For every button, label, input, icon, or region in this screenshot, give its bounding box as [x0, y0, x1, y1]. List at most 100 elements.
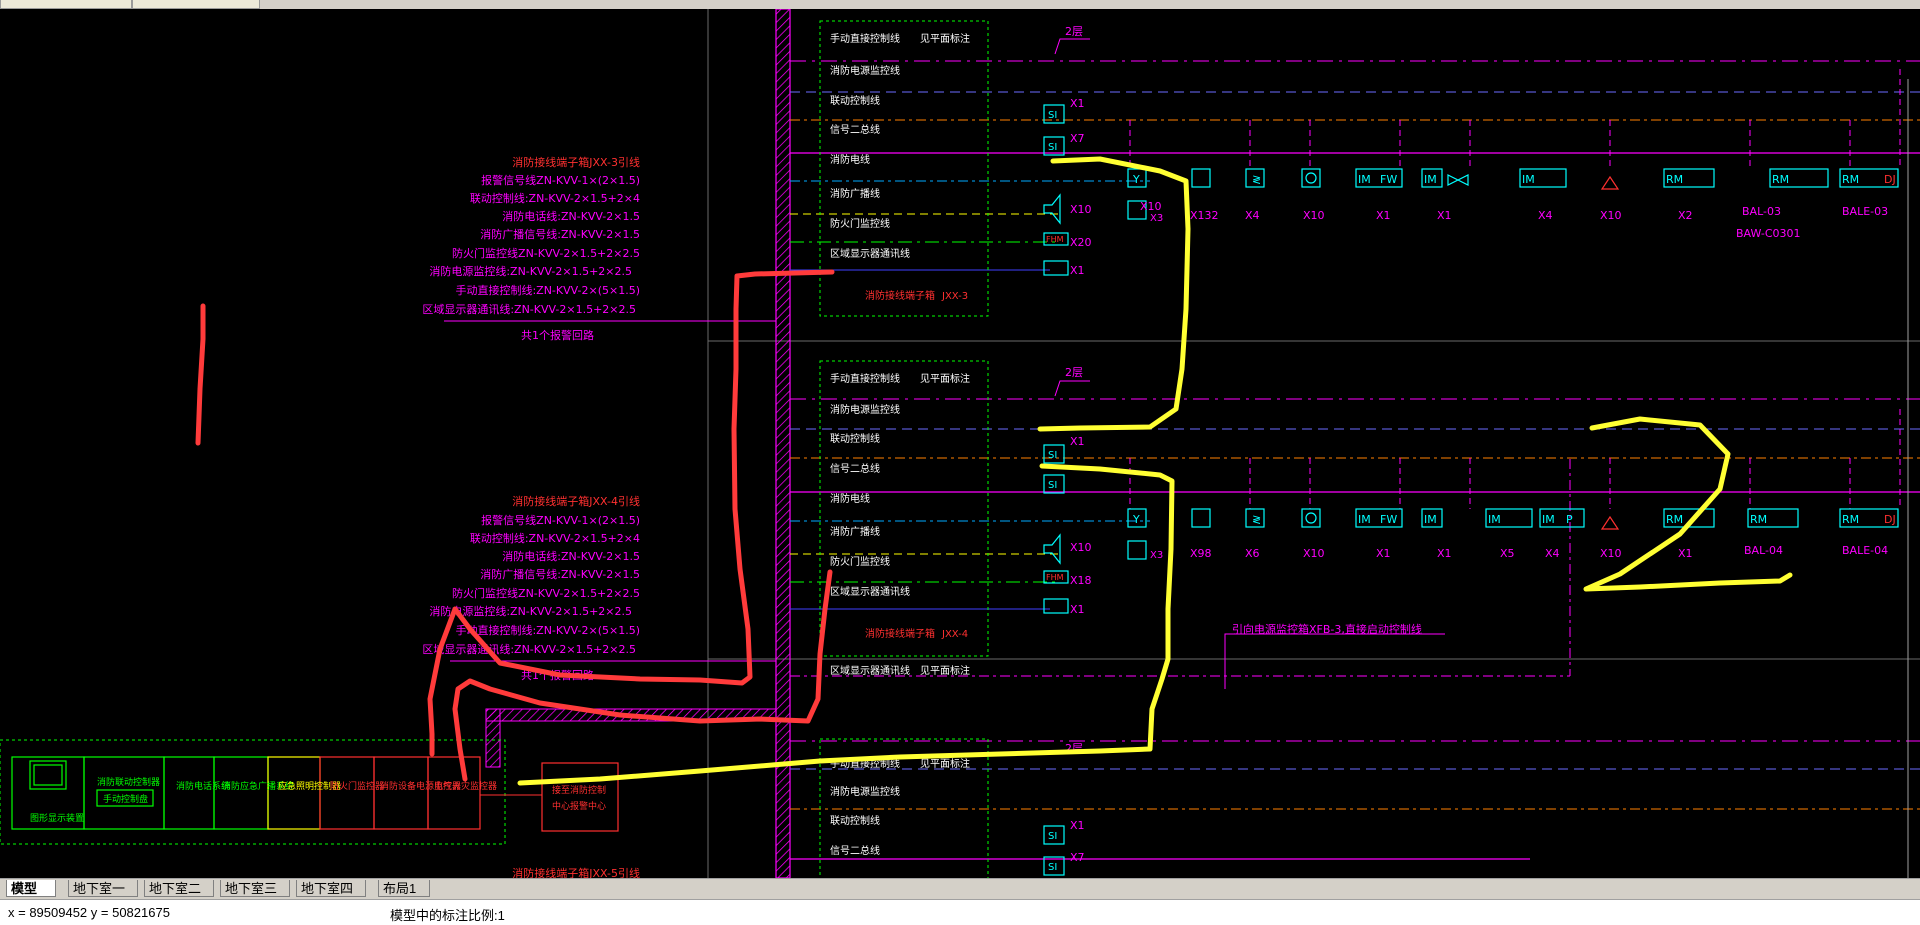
- tab-basement-1[interactable]: 地下室一: [68, 880, 138, 897]
- svg-text:SI: SI: [1048, 862, 1057, 873]
- svg-text:联动控制线:ZN-KVV-2×1.5+2×4: 联动控制线:ZN-KVV-2×1.5+2×4: [470, 191, 640, 205]
- svg-text:消防联动控制器: 消防联动控制器: [97, 776, 160, 788]
- status-bar: x = 89509452 y = 50821675 模型中的标注比例:1: [0, 899, 1920, 925]
- jb2-row-5: 消防广播线: [830, 525, 880, 538]
- layout-tab-bar: 模型 地下室一 地下室二 地下室三 地下室四 布局1: [0, 878, 1920, 899]
- svg-text:RM: RM: [1842, 513, 1859, 526]
- cable-spec-3-title: 消防接线端子箱JXX-5引线: [512, 866, 640, 878]
- tab-basement-2[interactable]: 地下室二: [144, 880, 214, 897]
- jb1-row-6: 防火门监控线: [830, 217, 890, 230]
- device-counts-row-2: X3 X98 X6 X10 X1 X1 X5 X4 X10 X1 BAL-04 …: [1150, 544, 1888, 636]
- svg-text:Y: Y: [1132, 173, 1140, 186]
- svg-text:X7: X7: [1070, 132, 1085, 145]
- jb2-row-4: 消防电线: [830, 492, 870, 505]
- svg-text:RM: RM: [1750, 513, 1767, 526]
- tab-basement-3[interactable]: 地下室三: [220, 880, 290, 897]
- cable-spec-1: 消防接线端子箱JXX-3引线 报警信号线ZN-KVV-1×(2×1.5) 联动控…: [422, 155, 640, 342]
- svg-text:消防接线端子箱JXX-4引线: 消防接线端子箱JXX-4引线: [512, 494, 640, 508]
- svg-text:中心报警中心: 中心报警中心: [552, 800, 606, 812]
- cad-drawing-canvas[interactable]: 手动直接控制线 见平面标注 消防电源监控线 联动控制线 信号二总线 消防电线 消…: [0, 9, 1920, 878]
- coordinate-readout: x = 89509452 y = 50821675: [8, 905, 170, 920]
- drawing-svg: 手动直接控制线 见平面标注 消防电源监控线 联动控制线 信号二总线 消防电线 消…: [0, 9, 1920, 878]
- svg-text:X98: X98: [1190, 547, 1212, 560]
- svg-text:IM: IM: [1522, 173, 1535, 186]
- jb2-row-2: 联动控制线: [830, 432, 880, 445]
- jb3-extra: 见平面标注: [920, 757, 970, 770]
- svg-text:X7: X7: [1070, 851, 1085, 864]
- device-counts-row-1: X10 X3 X132 X4 X10 X1 X1 X4 X10 X2 BAL-0…: [1140, 200, 1888, 240]
- svg-text:X10: X10: [1140, 200, 1162, 213]
- annotation-label-2: 2: [0, 9, 1, 10]
- svg-text:区域显示器通讯线:ZN-KVV-2×1.5+2×2.5: 区域显示器通讯线:ZN-KVV-2×1.5+2×2.5: [422, 642, 636, 656]
- svg-text:X18: X18: [1070, 574, 1092, 587]
- svg-text:X1: X1: [1070, 435, 1085, 448]
- svg-text:防火门监控器: 防火门监控器: [330, 780, 384, 792]
- jb1-row-7: 区域显示器通讯线: [830, 247, 910, 260]
- svg-text:X1: X1: [1070, 603, 1085, 616]
- svg-text:共1个报警回路: 共1个报警回路: [521, 328, 594, 342]
- tab-basement-4[interactable]: 地下室四: [296, 880, 366, 897]
- svg-text:手动直接控制线:ZN-KVV-2×(5×1.5): 手动直接控制线:ZN-KVV-2×(5×1.5): [455, 623, 640, 637]
- svg-text:SI: SI: [1048, 142, 1057, 153]
- svg-text:X20: X20: [1070, 236, 1092, 249]
- floor-tag-2: 2层: [1065, 366, 1083, 379]
- jb1-row-3: 信号二总线: [830, 123, 880, 136]
- svg-text:IM: IM: [1488, 513, 1501, 526]
- riser-wall: [775, 9, 791, 878]
- drop-lines: [1129, 69, 1901, 509]
- svg-text:X3: X3: [1150, 550, 1163, 561]
- jb1-row-5: 消防广播线: [830, 187, 880, 200]
- jb2-row-1: 消防电源监控线: [830, 403, 900, 416]
- file-tab-2[interactable]: [132, 0, 260, 9]
- valve-icon: [1447, 174, 1469, 186]
- svg-text:X1: X1: [1437, 209, 1452, 222]
- jb1-name: 消防接线端子箱: [865, 289, 935, 302]
- jb2-row-3: 信号二总线: [830, 462, 880, 475]
- svg-text:X1: X1: [1376, 209, 1391, 222]
- cable-spec-2: 消防接线端子箱JXX-4引线 报警信号线ZN-KVV-1×(2×1.5) 联动控…: [422, 494, 640, 682]
- tab-model[interactable]: 模型: [6, 880, 56, 897]
- svg-text:X2: X2: [1678, 209, 1693, 222]
- jb3-row-1: 消防电源监控线: [830, 785, 900, 798]
- device-column-1: [1043, 104, 1069, 276]
- svg-text:X10: X10: [1303, 547, 1325, 560]
- svg-text:IM: IM: [1358, 513, 1371, 526]
- svg-text:手动直接控制线:ZN-KVV-2×(5×1.5): 手动直接控制线:ZN-KVV-2×(5×1.5): [455, 283, 640, 297]
- svg-text:消防接线端子箱JXX-3引线: 消防接线端子箱JXX-3引线: [512, 155, 640, 169]
- svg-text:RM: RM: [1772, 173, 1789, 186]
- svg-text:X1: X1: [1070, 97, 1085, 110]
- jb2-row-7: 区域显示器通讯线: [830, 585, 910, 598]
- svg-text:区域显示器通讯线:ZN-KVV-2×1.5+2×2.5: 区域显示器通讯线:ZN-KVV-2×1.5+2×2.5: [422, 302, 636, 316]
- annotation-scale: 模型中的标注比例:1: [390, 908, 505, 923]
- svg-text:FW: FW: [1380, 173, 1397, 186]
- device-siren-icon-2: [1600, 515, 1620, 530]
- svg-text:DJ: DJ: [1884, 513, 1896, 526]
- svg-text:BALE-04: BALE-04: [1842, 544, 1888, 557]
- svg-text:X4: X4: [1545, 547, 1560, 560]
- cabinet-cells: [11, 756, 619, 832]
- svg-text:X1: X1: [1070, 264, 1085, 277]
- svg-text:X6: X6: [1245, 547, 1260, 560]
- svg-text:X132: X132: [1190, 209, 1219, 222]
- svg-text:防火门监控线ZN-KVV-2×1.5+2×2.5: 防火门监控线ZN-KVV-2×1.5+2×2.5: [452, 246, 640, 260]
- svg-text:IM: IM: [1358, 173, 1371, 186]
- svg-text:接至消防控制: 接至消防控制: [552, 784, 606, 796]
- jb1-row-2: 联动控制线: [830, 94, 880, 107]
- svg-text:IM: IM: [1424, 173, 1437, 186]
- file-tab-1[interactable]: [0, 0, 132, 9]
- svg-text:X1: X1: [1070, 819, 1085, 832]
- svg-text:X1: X1: [1376, 547, 1391, 560]
- svg-text:IM: IM: [1542, 513, 1555, 526]
- svg-text:FW: FW: [1380, 513, 1397, 526]
- yellow-annotation: [517, 156, 1793, 786]
- svg-text:电气火灾监控器: 电气火灾监控器: [434, 780, 497, 792]
- svg-text:IM: IM: [1424, 513, 1437, 526]
- svg-text:Y: Y: [1132, 513, 1140, 526]
- jb1-row-1: 消防电源监控线: [830, 64, 900, 77]
- riser-wall-vertical: [485, 708, 501, 768]
- svg-text:X4: X4: [1538, 209, 1553, 222]
- svg-text:消防电源监控线:ZN-KVV-2×1.5+2×2.5: 消防电源监控线:ZN-KVV-2×1.5+2×2.5: [429, 264, 632, 278]
- tab-layout-1[interactable]: 布局1: [378, 880, 430, 897]
- svg-text:联动控制线:ZN-KVV-2×1.5+2×4: 联动控制线:ZN-KVV-2×1.5+2×4: [470, 531, 640, 545]
- junction-box-labels: 手动直接控制线 见平面标注 消防电源监控线 联动控制线 信号二总线 消防电线 消…: [830, 32, 970, 857]
